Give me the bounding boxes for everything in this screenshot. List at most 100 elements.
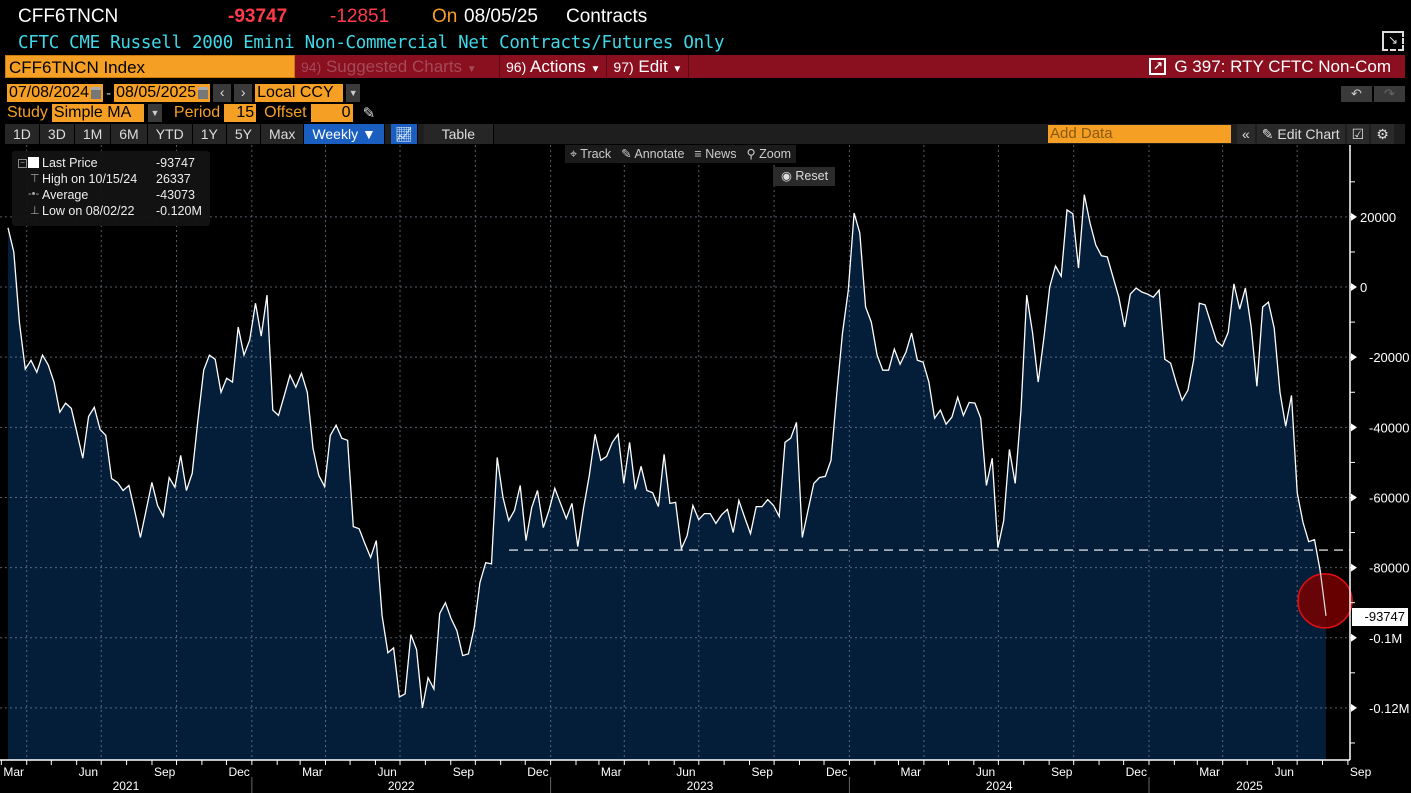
news-button[interactable]: ≡ News xyxy=(689,145,741,163)
period-button-3d[interactable]: 3D xyxy=(39,124,75,144)
add-data-input[interactable]: Add Data xyxy=(1048,125,1231,143)
x-year-label: 2023 xyxy=(687,779,714,793)
reset-label: Reset xyxy=(795,169,829,183)
legend-value: -0.120M xyxy=(156,204,202,218)
zoom-button[interactable]: ⚲ Zoom xyxy=(741,145,796,163)
y-tick-label: -0.12M xyxy=(1369,701,1409,716)
security-input[interactable]: CFF6TNCN Index xyxy=(5,55,295,78)
annotate-button[interactable]: ✎ Annotate xyxy=(616,145,689,163)
menu-bar: CFF6TNCN Index 94) Suggested Charts ▼ 96… xyxy=(5,55,1405,78)
period-button-6m[interactable]: 6M xyxy=(111,124,148,144)
menu-label: Suggested Charts xyxy=(325,57,463,76)
period-button-max[interactable]: Max xyxy=(260,124,305,144)
actions-menu[interactable]: 96) Actions ▼ xyxy=(500,55,608,78)
ticker: CFF6TNCN xyxy=(18,6,119,27)
edit-menu[interactable]: 97) Edit ▼ xyxy=(607,55,690,78)
x-month-label: Mar xyxy=(302,765,323,779)
track-label: Track xyxy=(580,147,612,161)
pencil-icon[interactable]: ✎ xyxy=(363,104,376,122)
menu-number: 96) xyxy=(506,59,527,75)
caret-down-icon: ▼ xyxy=(672,64,683,75)
y-tick-marker xyxy=(1351,283,1357,292)
x-month-label: Dec xyxy=(228,765,249,779)
collapse-legend-icon[interactable]: − xyxy=(18,159,27,168)
x-year-label: 2021 xyxy=(113,779,140,793)
track-button[interactable]: ⌖ Track xyxy=(565,145,616,163)
end-date-field[interactable]: 08/05/2025 xyxy=(114,84,211,102)
edit-chart-button[interactable]: ✎ Edit Chart xyxy=(1256,124,1345,144)
period-button-ytd[interactable]: YTD xyxy=(147,124,193,144)
calendar-icon[interactable] xyxy=(91,86,102,99)
period-button-5y[interactable]: 5Y xyxy=(226,124,261,144)
low-marker-icon: ⊥ xyxy=(30,205,40,217)
date-range-row: 07/08/2024 - 08/05/2025 ‹ › Local CCY ▼ xyxy=(7,84,361,102)
collapse-icon[interactable]: « xyxy=(1237,124,1255,144)
y-tick-label: -40000 xyxy=(1369,420,1409,435)
redo-icon[interactable]: ↷ xyxy=(1374,86,1405,102)
table-button[interactable]: Table xyxy=(423,124,495,144)
study-label: Study xyxy=(7,104,48,121)
period-button-1y[interactable]: 1Y xyxy=(192,124,227,144)
y-tick-label: -0.1M xyxy=(1369,631,1402,646)
x-month-label: Dec xyxy=(1126,765,1147,779)
suggested-charts-menu[interactable]: 94) Suggested Charts ▼ xyxy=(295,55,500,78)
menu-number: 97) xyxy=(613,59,634,75)
y-tick-marker xyxy=(1351,423,1357,432)
calendar-icon[interactable] xyxy=(198,86,209,99)
study-row: Study Simple MA ▼ Period 15 Offset 0 ✎ xyxy=(7,104,375,122)
y-tick-marker xyxy=(1351,493,1357,502)
period-label: Period xyxy=(173,104,221,121)
gear-icon[interactable]: ⚙ xyxy=(1371,124,1394,144)
chart-legend: − Last Price -93747 ⊤ High on 10/15/24 2… xyxy=(12,151,210,226)
external-link-icon[interactable]: ↗ xyxy=(1149,58,1167,75)
legend-last-price: Last Price xyxy=(42,156,98,170)
offset-input[interactable]: 0 xyxy=(310,104,353,122)
caret-down-icon[interactable]: ▼ xyxy=(147,104,162,122)
period-button-1m[interactable]: 1M xyxy=(74,124,112,144)
x-month-label: Jun xyxy=(79,765,98,779)
y-tick-marker xyxy=(1351,212,1357,221)
chart-toolbar: 1D 3D 1M 6M YTD 1Y 5Y Max Weekly ▼ 📈︎ Table Add… xyxy=(5,124,1405,144)
y-tick-label: 20000 xyxy=(1360,210,1396,225)
x-month-label: Jun xyxy=(676,765,695,779)
x-year-label: 2022 xyxy=(388,779,415,793)
x-month-label: Jun xyxy=(976,765,995,779)
caret-down-icon: ▼ xyxy=(590,64,601,75)
period-button-1d[interactable]: 1D xyxy=(5,124,40,144)
y-tick-marker xyxy=(1351,633,1357,642)
study-select[interactable]: Simple MA xyxy=(51,104,144,122)
as-of-date: 08/05/25 xyxy=(464,6,538,27)
x-month-label: Mar xyxy=(3,765,24,779)
legend-average: Average xyxy=(42,188,89,202)
start-date-field[interactable]: 07/08/2024 xyxy=(7,84,104,102)
units: Contracts xyxy=(566,6,648,27)
end-date: 08/05/2025 xyxy=(116,84,197,101)
chart-canvas[interactable]: 20000 0 -20000 -40000 -60000 -80000 -0.1M -0.12… xyxy=(0,145,1411,793)
security-description: CFTC CME Russell 2000 Emini Non-Commerci… xyxy=(18,33,725,53)
next-period-button[interactable]: › xyxy=(234,84,253,102)
annotation-edit-icon[interactable]: ☑ xyxy=(1346,124,1370,144)
y-tick-label: -80000 xyxy=(1369,561,1409,576)
x-month-label: Jun xyxy=(377,765,396,779)
prev-period-button[interactable]: ‹ xyxy=(213,84,232,102)
menu-label: Edit xyxy=(638,57,668,76)
x-month-label: Dec xyxy=(527,765,548,779)
pencil-icon: ✎ xyxy=(1261,126,1274,142)
reset-button[interactable]: ◉ Reset xyxy=(773,167,835,186)
expand-icon[interactable]: ↘ xyxy=(1382,31,1404,51)
line-chart-icon[interactable]: 📈︎ xyxy=(390,124,418,144)
y-tick-label: -60000 xyxy=(1369,490,1409,505)
chart-title[interactable]: ↗ G 397: RTY CFTC Non-Com xyxy=(1149,57,1405,77)
edit-chart-label: Edit Chart xyxy=(1277,126,1340,142)
high-marker-icon: ⊤ xyxy=(30,173,40,185)
series-color-swatch xyxy=(28,157,39,168)
undo-icon[interactable]: ↶ xyxy=(1341,86,1372,102)
currency-select[interactable]: Local CCY xyxy=(255,84,344,102)
legend-high: High on 10/15/24 xyxy=(42,172,138,186)
period-input[interactable]: 15 xyxy=(224,104,257,122)
caret-down-icon[interactable]: ▼ xyxy=(346,84,361,102)
date-separator: - xyxy=(106,84,112,102)
frequency-select[interactable]: Weekly ▼ xyxy=(304,124,385,144)
net-change: -12851 xyxy=(330,6,390,27)
legend-value: -93747 xyxy=(156,156,195,170)
